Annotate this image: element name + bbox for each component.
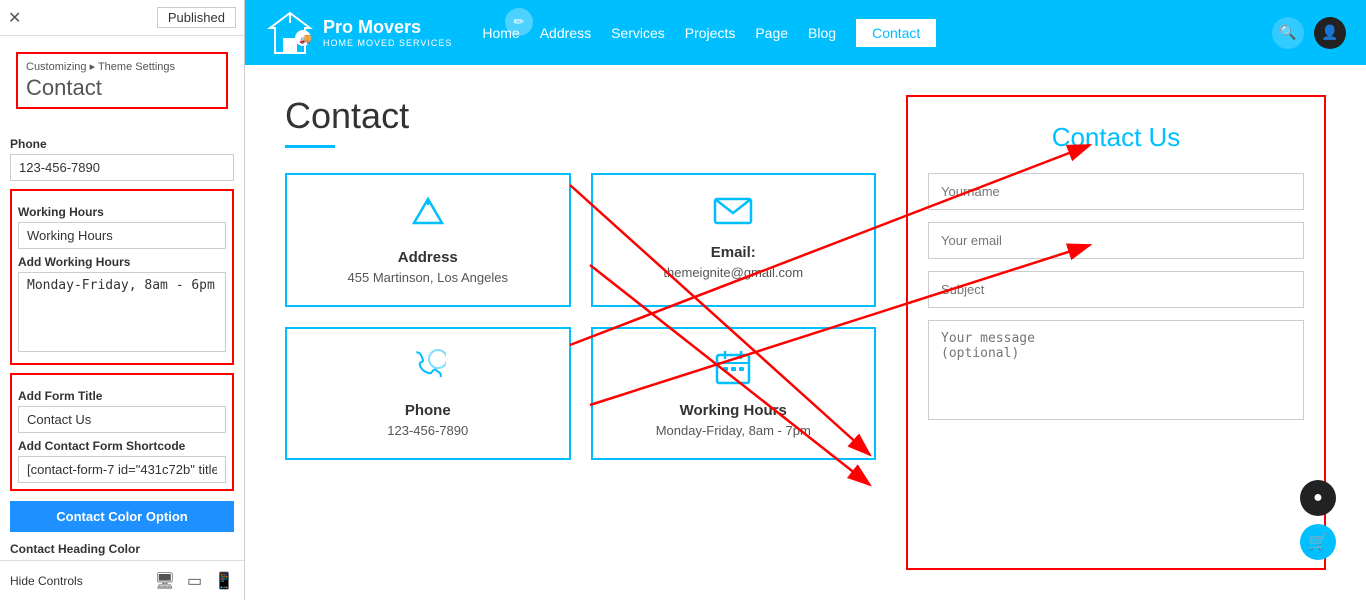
left-panel: ✕ Published ‹ Customizing ▸ Theme Settin… (0, 0, 245, 600)
user-icon-button[interactable]: 👤 (1314, 17, 1346, 49)
phone-icon (410, 349, 446, 392)
contact-cards-grid: Address 455 Martinson, Los Angeles Email… (285, 173, 876, 460)
logo-svg: 🚚 (265, 8, 315, 58)
fab-cart-button[interactable]: 🛒 (1300, 524, 1336, 560)
contact-title-underline (285, 145, 335, 148)
working-hours-section: Working Hours Add Working Hours Monday-F… (10, 189, 234, 365)
your-email-input[interactable] (928, 222, 1304, 259)
nav-link-page[interactable]: Page (755, 25, 788, 41)
working-hours-label: Working Hours (18, 205, 226, 219)
pencil-edit-icon[interactable]: ✏ (505, 8, 533, 36)
contact-form-panel: Contact Us (906, 95, 1326, 570)
contact-left: Contact Address 455 Martinson, Los Angel… (285, 95, 876, 570)
working-hours-card-value: Monday-Friday, 8am - 7pm (656, 423, 811, 438)
logo-sub-text: HOME MOVED SERVICES (323, 38, 452, 48)
add-shortcode-input[interactable] (18, 456, 226, 483)
contact-card-working-hours: Working Hours Monday-Friday, 8am - 7pm (591, 327, 877, 460)
phone-value: 123-456-7890 (387, 423, 468, 438)
page-content: Contact Address 455 Martinson, Los Angel… (245, 65, 1366, 600)
customizing-breadcrumb: Customizing ▸ Theme Settings (26, 60, 218, 73)
nav-link-blog[interactable]: Blog (808, 25, 836, 41)
email-title: Email: (711, 244, 756, 261)
message-textarea[interactable] (928, 320, 1304, 420)
tablet-icon[interactable]: ▭ (187, 571, 202, 591)
working-hours-card-title: Working Hours (680, 402, 787, 419)
panel-bottom: Hide Controls 🖥 ▭ 📱 (0, 560, 244, 600)
address-title: Address (398, 249, 458, 266)
address-value: 455 Martinson, Los Angeles (348, 270, 508, 285)
device-icons: 🖥 ▭ 📱 (155, 571, 234, 591)
mobile-icon[interactable]: 📱 (214, 571, 234, 591)
close-button[interactable]: ✕ (8, 8, 21, 28)
email-icon (713, 195, 753, 234)
contact-color-option-button[interactable]: Contact Color Option (10, 501, 234, 532)
logo-main-text: Pro Movers (323, 17, 452, 38)
nav-icons: 🔍 👤 (1272, 17, 1346, 49)
fab-area: ● 🛒 (1300, 480, 1336, 560)
search-icon-button[interactable]: 🔍 (1272, 17, 1304, 49)
fab-dark-button[interactable]: ● (1300, 480, 1336, 516)
add-working-hours-textarea[interactable]: Monday-Friday, 8am - 6pm (18, 272, 226, 352)
phone-input[interactable] (10, 154, 234, 181)
svg-text:🚚: 🚚 (299, 34, 311, 45)
add-form-title-label: Add Form Title (18, 389, 226, 403)
contact-heading-color-label: Contact Heading Color (10, 542, 234, 556)
nav-link-about[interactable]: Address (540, 25, 591, 41)
email-value: themeignite@gmail.com (663, 265, 803, 280)
nav-links: Home Address Services Projects Page Blog… (482, 19, 1272, 47)
nav-link-projects[interactable]: Projects (685, 25, 736, 41)
panel-scroll: Phone Working Hours Add Working Hours Mo… (0, 121, 244, 560)
calendar-icon (715, 349, 751, 392)
contact-card-phone: Phone 123-456-7890 (285, 327, 571, 460)
hide-controls-label[interactable]: Hide Controls (10, 574, 83, 588)
add-working-hours-label: Add Working Hours (18, 255, 226, 269)
customizing-section-title: Contact (26, 75, 218, 101)
add-form-title-input[interactable] (18, 406, 226, 433)
contact-us-title: Contact Us (928, 122, 1304, 153)
top-bar: ✕ Published (0, 0, 244, 36)
nav-bar: ✏ 🚚 Pro Movers HOME MOVED SERVICES Home … (245, 0, 1366, 65)
content-wrapper: ✏ 🚚 Pro Movers HOME MOVED SERVICES Home … (245, 0, 1366, 600)
phone-label: Phone (10, 137, 234, 151)
customizing-section: Customizing ▸ Theme Settings Contact (16, 52, 228, 109)
contact-page-title: Contact (285, 95, 876, 137)
address-icon (410, 195, 446, 239)
logo-text: Pro Movers HOME MOVED SERVICES (323, 17, 452, 48)
subject-input[interactable] (928, 271, 1304, 308)
published-button[interactable]: Published (157, 7, 236, 28)
working-hours-input[interactable] (18, 222, 226, 249)
contact-card-email: Email: themeignite@gmail.com (591, 173, 877, 307)
your-name-input[interactable] (928, 173, 1304, 210)
form-title-section: Add Form Title Add Contact Form Shortcod… (10, 373, 234, 491)
nav-link-services[interactable]: Services (611, 25, 665, 41)
phone-title: Phone (405, 402, 451, 419)
logo-area: ✏ 🚚 Pro Movers HOME MOVED SERVICES (265, 8, 452, 58)
contact-card-address: Address 455 Martinson, Los Angeles (285, 173, 571, 307)
desktop-icon[interactable]: 🖥 (155, 571, 175, 591)
nav-link-contact[interactable]: Contact (856, 19, 936, 47)
add-shortcode-label: Add Contact Form Shortcode (18, 439, 226, 453)
